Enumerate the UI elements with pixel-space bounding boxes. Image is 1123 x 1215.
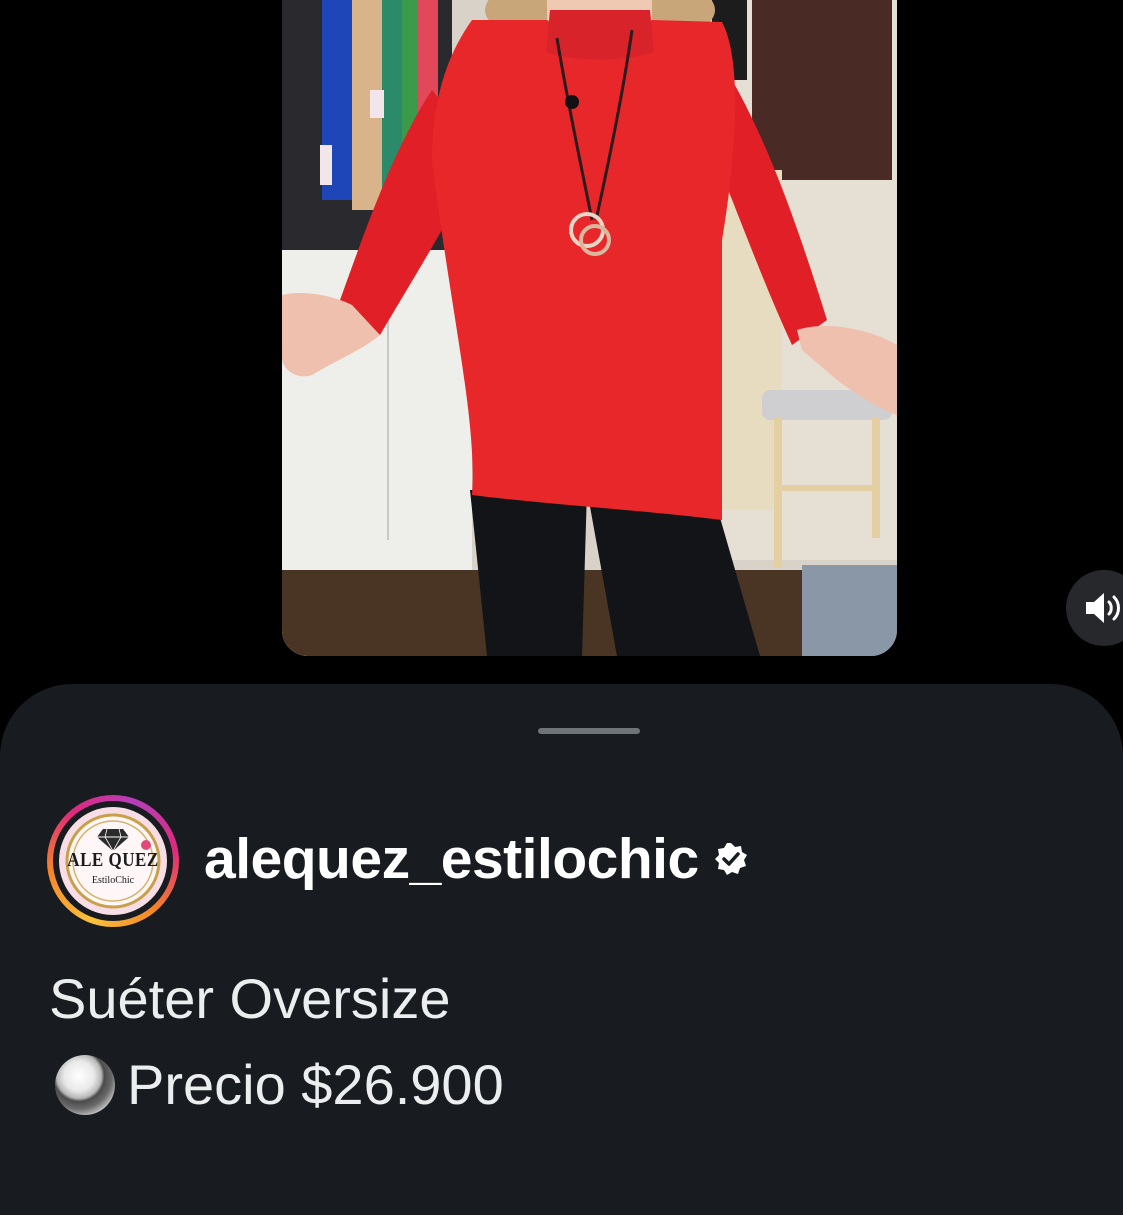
avatar-sub-text: EstiloChic: [91, 875, 135, 886]
drag-handle[interactable]: [538, 728, 640, 734]
username-link[interactable]: alequez_estilochic: [204, 826, 699, 892]
sound-toggle-button[interactable]: [1066, 570, 1123, 646]
caption-price: Precio $26.900: [127, 1053, 504, 1116]
username-row: alequez_estilochic: [204, 824, 749, 894]
video-frame-illustration: [282, 0, 897, 656]
caption-title: Suéter Oversize: [49, 967, 451, 1030]
reel-video[interactable]: [282, 0, 897, 656]
radio-button-icon: [55, 1054, 115, 1115]
caption-price-line: Precio $26.900: [49, 1052, 504, 1117]
avatar-ring-gap: ALE QUEZ EstiloChic: [53, 801, 173, 921]
info-bottom-sheet: ALE QUEZ EstiloChic alequez_estilochic S…: [0, 684, 1123, 1215]
verified-badge-icon: [714, 843, 747, 875]
avatar: ALE QUEZ EstiloChic: [59, 807, 167, 915]
speaker-on-icon: [1086, 593, 1120, 623]
profile-avatar-button[interactable]: ALE QUEZ EstiloChic: [47, 795, 179, 927]
avatar-brand-text: ALE QUEZ: [67, 848, 159, 871]
reel-screen: ALE QUEZ EstiloChic alequez_estilochic S…: [0, 0, 1123, 1215]
